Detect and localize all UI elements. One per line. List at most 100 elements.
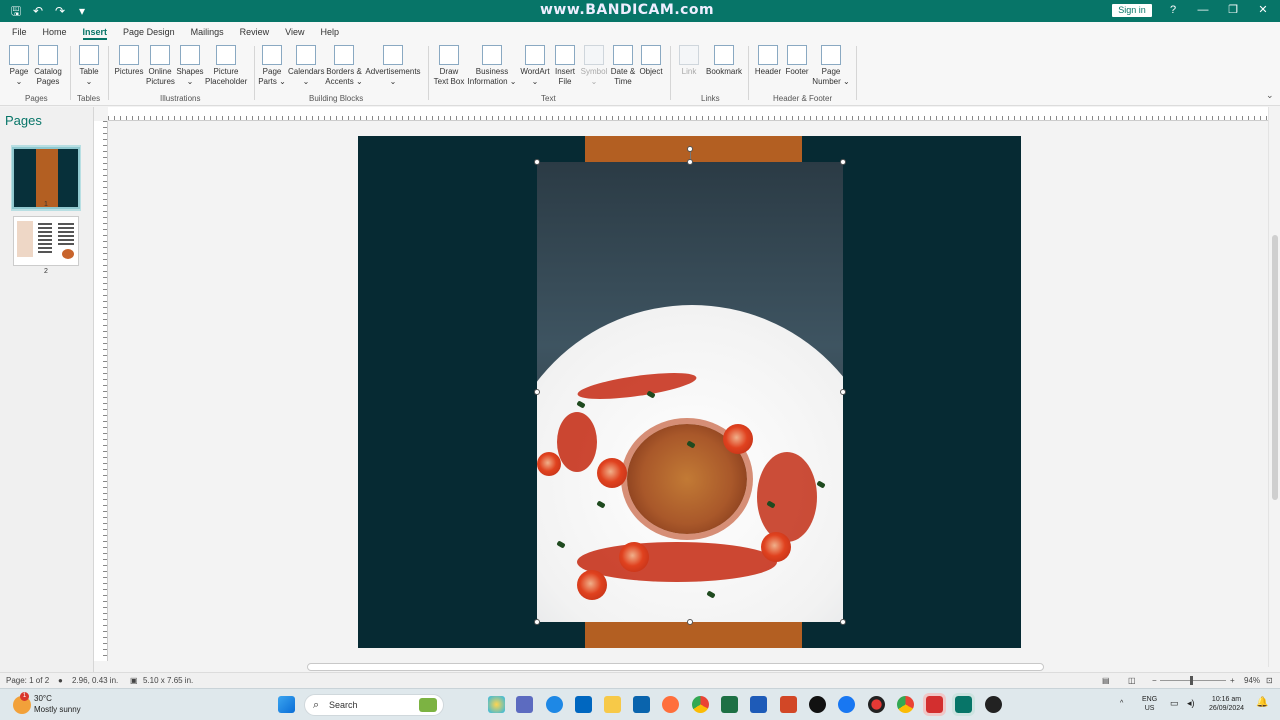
orange-stripe-bottom[interactable] bbox=[585, 622, 802, 648]
date-time-icon bbox=[613, 45, 633, 65]
date-time-button[interactable]: Date & Time bbox=[609, 45, 637, 87]
tiktok-icon[interactable] bbox=[809, 696, 826, 713]
help-icon[interactable]: ? bbox=[1158, 2, 1188, 18]
network-icon[interactable]: ▭ bbox=[1170, 699, 1179, 708]
tab-help[interactable]: Help bbox=[312, 22, 347, 42]
bookmark-button[interactable]: Bookmark bbox=[704, 45, 744, 77]
tab-view[interactable]: View bbox=[277, 22, 312, 42]
resize-handle[interactable] bbox=[840, 619, 846, 625]
sign-in-button[interactable]: Sign in bbox=[1112, 4, 1152, 17]
volume-icon[interactable]: ◂) bbox=[1187, 699, 1195, 708]
tray-overflow-icon[interactable]: ^ bbox=[1120, 699, 1123, 708]
rotate-handle[interactable] bbox=[687, 146, 693, 152]
wordart-button[interactable]: WordArt ⌄ bbox=[518, 45, 552, 87]
recorder-icon[interactable] bbox=[868, 696, 885, 713]
customize-qat-icon[interactable]: ▾ bbox=[74, 3, 90, 19]
calendars-button[interactable]: Calendars ⌄ bbox=[288, 45, 324, 87]
resize-handle[interactable] bbox=[534, 389, 540, 395]
tab-page-design[interactable]: Page Design bbox=[115, 22, 183, 42]
taskbar-search[interactable]: ⌕ Search bbox=[304, 694, 444, 716]
vertical-scrollbar[interactable] bbox=[1268, 107, 1280, 667]
advertisements-button[interactable]: Advertisements ⌄ bbox=[364, 45, 422, 87]
horizontal-scroll-thumb[interactable] bbox=[307, 663, 1044, 671]
insert-file-button[interactable]: Insert File bbox=[553, 45, 577, 87]
picture-placeholder-button[interactable]: Picture Placeholder bbox=[205, 45, 247, 87]
pictures-icon bbox=[119, 45, 139, 65]
group-links: Links bbox=[701, 94, 720, 103]
shapes-button[interactable]: Shapes ⌄ bbox=[176, 45, 204, 87]
file-explorer-icon[interactable] bbox=[604, 696, 621, 713]
facebook-icon[interactable] bbox=[838, 696, 855, 713]
link-button[interactable]: Link bbox=[678, 45, 700, 77]
undo-icon[interactable]: ↶ bbox=[30, 3, 46, 19]
tab-file[interactable]: File bbox=[4, 22, 35, 42]
business-information-button[interactable]: Business Information ⌄ bbox=[466, 45, 518, 87]
page-thumbnail-2[interactable] bbox=[13, 216, 79, 266]
zoom-level[interactable]: 94% bbox=[1244, 676, 1260, 685]
outlook-icon[interactable] bbox=[633, 696, 650, 713]
save-icon[interactable]: 🖫 bbox=[8, 3, 24, 19]
teams-icon[interactable] bbox=[516, 696, 533, 713]
redo-icon[interactable]: ↷ bbox=[52, 3, 68, 19]
wordart-icon bbox=[525, 45, 545, 65]
page-status[interactable]: Page: 1 of 2 bbox=[6, 676, 49, 685]
symbol-button[interactable]: Symbol ⌄ bbox=[580, 45, 608, 87]
single-page-view-icon[interactable]: ▤ bbox=[1102, 676, 1110, 685]
table-button[interactable]: Table ⌄ bbox=[76, 45, 102, 87]
notifications-icon[interactable]: 🔔 bbox=[1256, 698, 1268, 708]
close-button[interactable]: ✕ bbox=[1248, 2, 1278, 18]
pictures-button[interactable]: Pictures bbox=[114, 45, 144, 77]
borders-accents-button[interactable]: Borders & Accents ⌄ bbox=[325, 45, 363, 87]
page-number-button[interactable]: Page Number ⌄ bbox=[812, 45, 850, 87]
orange-stripe-top[interactable] bbox=[585, 136, 802, 162]
tab-mailings[interactable]: Mailings bbox=[183, 22, 232, 42]
object-button[interactable]: Object bbox=[638, 45, 664, 77]
word-icon[interactable] bbox=[750, 696, 767, 713]
draw-text-box-button[interactable]: Draw Text Box bbox=[432, 45, 466, 87]
catalog-pages-button[interactable]: Catalog Pages bbox=[33, 45, 63, 87]
resize-handle[interactable] bbox=[534, 159, 540, 165]
restore-button[interactable]: ❐ bbox=[1218, 2, 1248, 18]
zoom-in-icon[interactable]: + bbox=[1230, 676, 1235, 685]
two-page-view-icon[interactable]: ◫ bbox=[1128, 676, 1136, 685]
collapse-ribbon-icon[interactable]: ⌄ bbox=[1266, 90, 1274, 101]
excel-icon[interactable] bbox=[721, 696, 738, 713]
pasta-photo[interactable] bbox=[537, 162, 843, 622]
minimize-button[interactable]: — bbox=[1188, 2, 1218, 18]
chrome-profile-icon[interactable] bbox=[897, 696, 914, 713]
resize-handle[interactable] bbox=[840, 389, 846, 395]
store-icon[interactable] bbox=[575, 696, 592, 713]
clock[interactable]: 10:16 am 26/09/2024 bbox=[1209, 695, 1244, 713]
horizontal-scrollbar[interactable] bbox=[94, 662, 1268, 672]
object-size-icon: ▣ bbox=[130, 676, 138, 685]
copilot-icon[interactable] bbox=[488, 696, 505, 713]
powerpoint-icon[interactable] bbox=[780, 696, 797, 713]
zoom-slider[interactable] bbox=[1160, 680, 1226, 681]
online-pictures-button[interactable]: Online Pictures bbox=[146, 45, 175, 87]
media-player-icon[interactable] bbox=[985, 696, 1002, 713]
start-icon[interactable] bbox=[278, 696, 295, 713]
footer-button[interactable]: Footer bbox=[783, 45, 811, 77]
resize-handle[interactable] bbox=[687, 619, 693, 625]
resize-handle[interactable] bbox=[534, 619, 540, 625]
page-thumbnail-1[interactable] bbox=[12, 147, 80, 209]
resize-handle[interactable] bbox=[840, 159, 846, 165]
publisher-icon[interactable] bbox=[952, 693, 975, 716]
language-indicator[interactable]: ENG US bbox=[1142, 695, 1157, 713]
fit-page-icon[interactable]: ⊡ bbox=[1266, 676, 1273, 685]
acrobat-icon[interactable] bbox=[923, 693, 946, 716]
edge-icon[interactable] bbox=[546, 696, 563, 713]
page-parts-button[interactable]: Page Parts ⌄ bbox=[258, 45, 286, 87]
vertical-scroll-thumb[interactable] bbox=[1272, 235, 1278, 500]
page-button[interactable]: Page ⌄ bbox=[8, 45, 30, 87]
tab-home[interactable]: Home bbox=[35, 22, 75, 42]
resize-handle[interactable] bbox=[687, 159, 693, 165]
header-button[interactable]: Header bbox=[754, 45, 782, 77]
firefox-icon[interactable] bbox=[662, 696, 679, 713]
zoom-slider-thumb[interactable] bbox=[1190, 676, 1193, 685]
chrome-icon[interactable] bbox=[692, 696, 709, 713]
footer-icon bbox=[787, 45, 807, 65]
tab-insert[interactable]: Insert bbox=[75, 22, 116, 42]
tab-review[interactable]: Review bbox=[232, 22, 278, 42]
zoom-out-icon[interactable]: − bbox=[1152, 676, 1157, 685]
